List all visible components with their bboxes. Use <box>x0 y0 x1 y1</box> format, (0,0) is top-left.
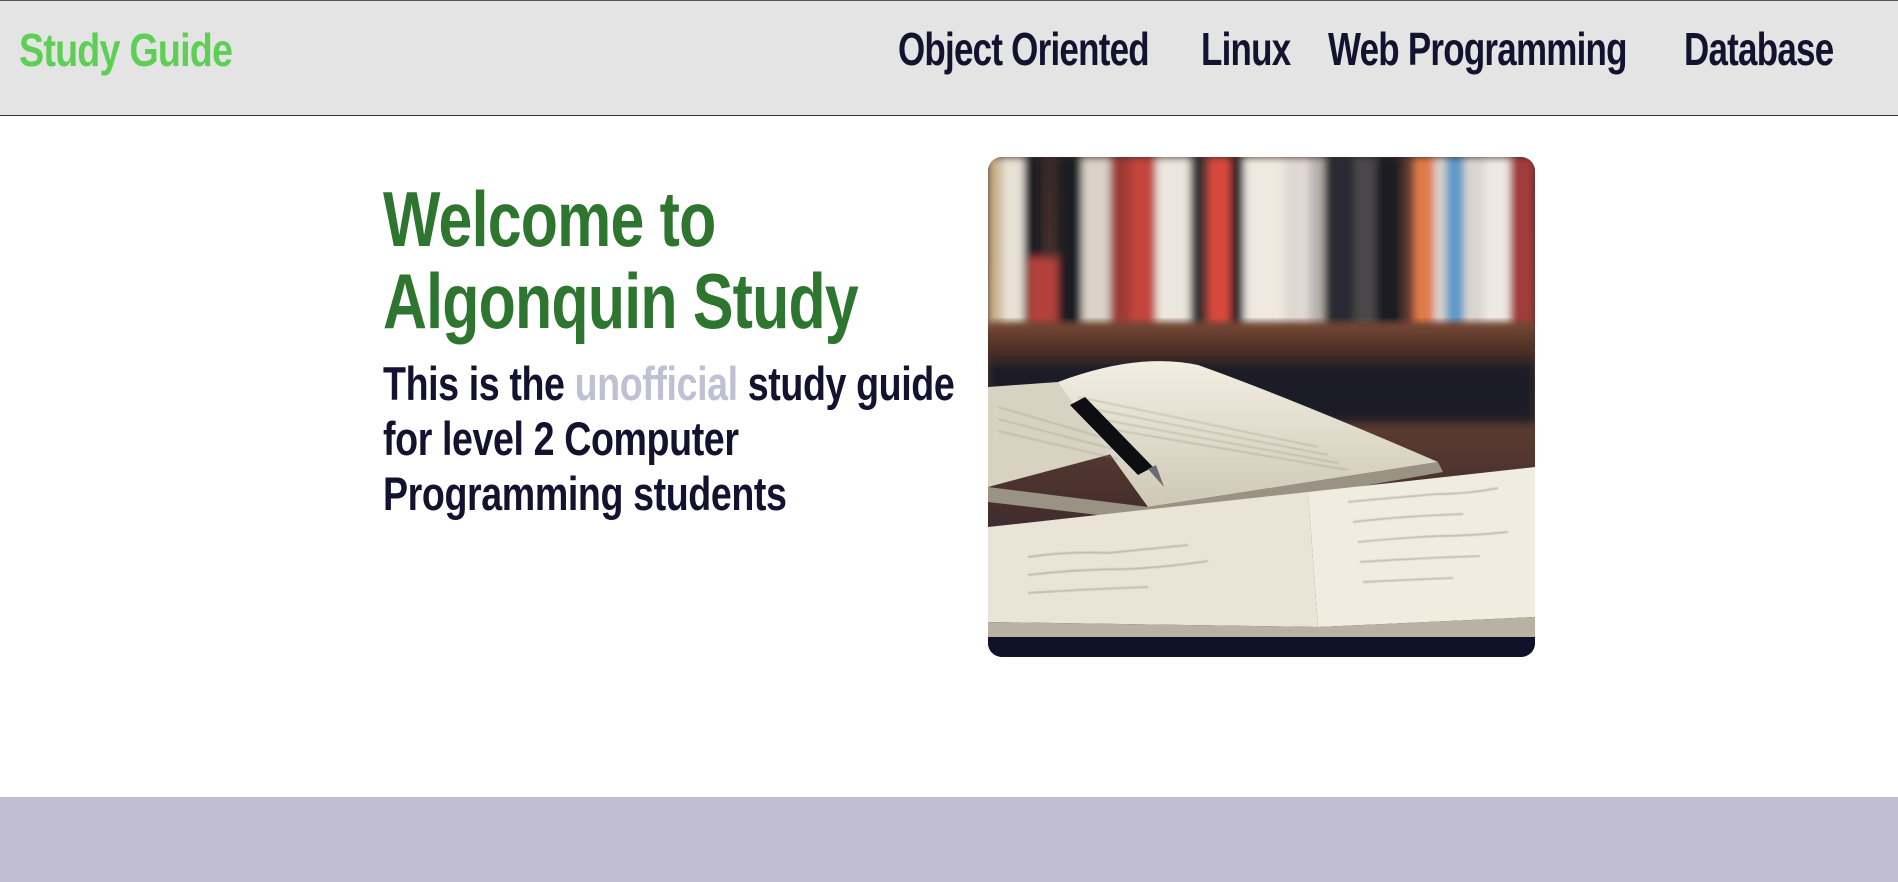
hero-subtitle: This is the unofficial study guide for l… <box>383 356 955 521</box>
hero-subtitle-text: study guide <box>737 357 955 410</box>
footer <box>0 797 1898 882</box>
hero-subtitle-text: This is the <box>383 357 575 410</box>
hero-title-line-1: Welcome to <box>383 175 716 263</box>
top-navbar: Study Guide Object Oriented Linux Web Pr… <box>0 0 1898 116</box>
nav-link-linux[interactable]: Linux <box>1201 22 1291 76</box>
hero-subtitle-highlight: unofficial <box>574 357 739 410</box>
hero-text: Welcome to Algonquin Study This is the u… <box>383 175 955 521</box>
hero-subtitle-text: for level 2 Computer <box>383 412 739 465</box>
nav-links: Object Oriented Linux Web Programming Da… <box>898 1 1898 117</box>
nav-link-object-oriented[interactable]: Object Oriented <box>898 22 1150 76</box>
hero-subtitle-text: Programming students <box>383 467 787 520</box>
nav-link-web-programming[interactable]: Web Programming <box>1328 22 1628 76</box>
nav-link-database[interactable]: Database <box>1684 22 1834 76</box>
hero-books-image <box>988 157 1535 657</box>
hero-title: Welcome to Algonquin Study <box>383 175 859 342</box>
brand-link[interactable]: Study Guide <box>19 23 233 77</box>
hero-title-line-2: Algonquin Study <box>383 257 859 345</box>
